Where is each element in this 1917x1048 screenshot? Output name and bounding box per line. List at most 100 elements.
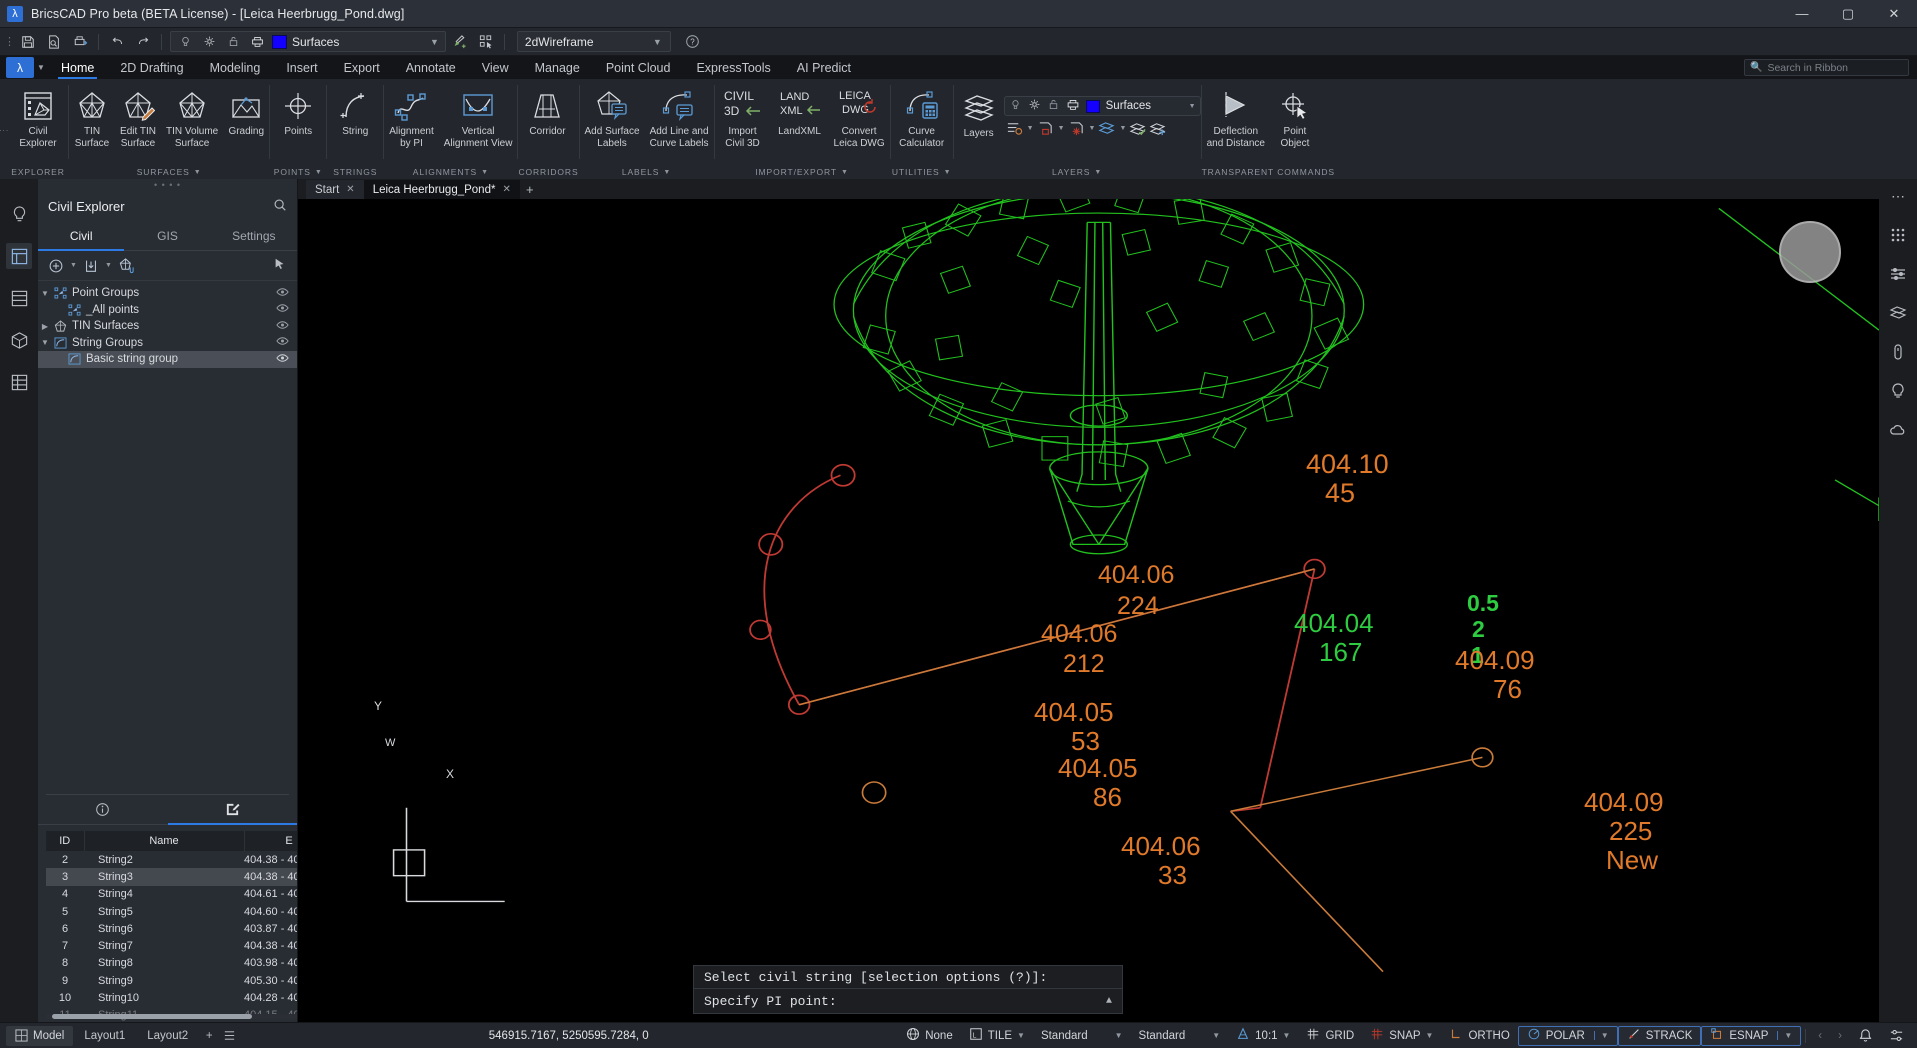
table-row[interactable]: 10 String10 404.28 - 404.	[46, 989, 297, 1006]
deflection-distance-button[interactable]: Deflection and Distance	[1202, 85, 1270, 149]
chevron-down-icon[interactable]: ▼	[481, 169, 489, 176]
layout-list-icon[interactable]	[219, 1029, 239, 1042]
close-icon[interactable]: ✕	[502, 184, 510, 195]
layer-freeze-tool-icon[interactable]	[1068, 120, 1085, 137]
text-style-status[interactable]: Standard ▼	[1033, 1026, 1131, 1046]
view-compass[interactable]	[1779, 221, 1841, 283]
chevron-down-icon[interactable]: ▼	[1094, 169, 1102, 176]
chevron-down-icon[interactable]: ▼	[1212, 1031, 1220, 1040]
chevron-down-icon[interactable]: ▼	[70, 262, 77, 269]
nav-next-button[interactable]: ›	[1830, 1026, 1850, 1046]
print-preview-icon[interactable]	[42, 31, 66, 53]
annotation-scale-status[interactable]: 10:1 ▼	[1228, 1026, 1298, 1046]
corridor-button[interactable]: Corridor	[518, 85, 576, 138]
layer-color-swatch[interactable]	[272, 34, 287, 49]
chevron-down-icon[interactable]: ▼	[1017, 1031, 1025, 1040]
attach-icon[interactable]	[118, 257, 135, 274]
bell-icon[interactable]	[1850, 1026, 1881, 1046]
ribbon-app-caret-icon[interactable]: ▼	[34, 56, 48, 79]
chevron-down-icon[interactable]: ▼	[1119, 125, 1126, 132]
detail-tab-edit-table[interactable]	[167, 795, 298, 825]
table-row[interactable]: 2 String2 404.38 - 404.	[46, 851, 297, 868]
sliders-icon[interactable]	[1885, 261, 1911, 287]
ribbon-tab-point-cloud[interactable]: Point Cloud	[593, 56, 684, 79]
grading-button[interactable]: Grading	[223, 85, 269, 138]
expander-icon[interactable]: ▼	[38, 289, 52, 298]
layer-plot-icon[interactable]	[1066, 98, 1080, 114]
ribbon-layer-color-swatch[interactable]	[1085, 99, 1100, 113]
table-row[interactable]: 8 String8 403.98 - 404.	[46, 955, 297, 972]
visual-style-control[interactable]: 2dWireframe ▼	[516, 31, 671, 52]
layer-freeze-icon[interactable]	[1028, 98, 1041, 114]
convert-leica-dwg-button[interactable]: LEICA DWG Convert Leica DWG	[829, 85, 890, 149]
ribbon-tab-view[interactable]: View	[469, 56, 522, 79]
visibility-eye-icon[interactable]	[276, 287, 289, 300]
expander-icon[interactable]: ▼	[38, 338, 52, 347]
ribbon-tab-manage[interactable]: Manage	[522, 56, 593, 79]
panel-tab-settings[interactable]: Settings	[211, 221, 297, 250]
layer-new-icon[interactable]	[1149, 120, 1166, 137]
ribbon-tab-modeling[interactable]: Modeling	[197, 56, 274, 79]
edit-tin-surface-button[interactable]: Edit TIN Surface	[115, 85, 161, 149]
table-row[interactable]: 6 String6 403.87 - 404.	[46, 920, 297, 937]
chevron-down-icon[interactable]: ▼	[105, 262, 112, 269]
column-header-id[interactable]: ID	[46, 831, 85, 851]
string-button[interactable]: String	[327, 85, 383, 138]
ribbon-search-input[interactable]: 🔍 Search in Ribbon	[1744, 59, 1909, 76]
layout-tab-model[interactable]: Model	[6, 1025, 74, 1046]
tile-mode-status[interactable]: L TILE ▼	[961, 1026, 1033, 1046]
chevron-down-icon[interactable]: ▼	[315, 169, 323, 176]
chevron-down-icon[interactable]: ▼	[841, 169, 849, 176]
layers-stack-icon[interactable]	[6, 243, 32, 269]
panel-grip[interactable]: • • • •	[38, 179, 297, 191]
match-properties-icon[interactable]	[448, 31, 472, 53]
add-icon[interactable]	[48, 258, 64, 274]
ribbon-layer-state-control[interactable]: Surfaces ▼	[1003, 96, 1201, 116]
grid-scrollbar-thumb[interactable]	[52, 1014, 252, 1019]
grid-toggle[interactable]: GRID	[1298, 1026, 1362, 1046]
close-icon[interactable]: ✕	[346, 184, 354, 195]
ribbon-tab-insert[interactable]: Insert	[273, 56, 330, 79]
add-surface-labels-button[interactable]: Add Surface Labels	[580, 85, 645, 149]
chevron-down-icon[interactable]: ▼	[1426, 1031, 1434, 1040]
civil-explorer-button[interactable]: Civil Explorer	[8, 85, 68, 149]
new-tab-button[interactable]: +	[520, 180, 540, 199]
ribbon-tab-annotate[interactable]: Annotate	[393, 56, 469, 79]
column-header-name[interactable]: Name	[84, 831, 245, 851]
layers-edit-icon[interactable]	[1885, 300, 1911, 326]
roll-icon[interactable]	[1885, 339, 1911, 365]
chevron-down-icon[interactable]: ▼	[1189, 103, 1196, 110]
layer-merge-icon[interactable]	[1098, 120, 1115, 137]
panel-tab-civil[interactable]: Civil	[38, 221, 125, 251]
table-icon[interactable]	[6, 369, 32, 395]
layer-lightbulb-icon[interactable]	[173, 31, 197, 53]
tin-volume-surface-button[interactable]: TIN Volume Surface	[161, 85, 223, 149]
tree-item-point-groups[interactable]: ▼ Point Groups	[38, 285, 297, 302]
layer-control[interactable]: Surfaces ▼	[170, 31, 446, 52]
polar-toggle[interactable]: POLAR ▼	[1517, 1025, 1618, 1046]
chevron-down-icon[interactable]: ▼	[1115, 1031, 1123, 1040]
add-layout-button[interactable]: +	[199, 1030, 219, 1042]
table-row[interactable]: 5 String5 404.60 - 404.	[46, 903, 297, 920]
layer-lock-icon[interactable]	[1047, 98, 1060, 114]
detail-tab-info[interactable]	[38, 795, 168, 824]
layer-unlock-icon[interactable]	[1037, 120, 1054, 137]
layer-states-icon[interactable]	[1006, 120, 1023, 137]
minimize-button[interactable]: —	[1779, 0, 1825, 28]
doc-tab-start[interactable]: Start ✕	[306, 180, 364, 199]
visibility-eye-icon[interactable]	[276, 353, 289, 366]
coordinate-system-status[interactable]: None	[898, 1026, 961, 1046]
column-header-elevation[interactable]: E	[244, 831, 297, 851]
command-expand-icon[interactable]: ▲	[1106, 996, 1112, 1007]
ribbon-tab-expresstools[interactable]: ExpressTools	[683, 56, 783, 79]
layout-tab-layout1[interactable]: Layout1	[73, 1030, 136, 1042]
command-input[interactable]: Specify PI point: ▲	[693, 989, 1123, 1014]
landxml-button[interactable]: LAND XML LandXML	[771, 85, 829, 138]
layer-freeze-icon[interactable]	[197, 31, 221, 53]
save-icon[interactable]	[16, 31, 40, 53]
chevron-down-icon[interactable]: ▼	[1283, 1031, 1291, 1040]
visibility-eye-icon[interactable]	[276, 320, 289, 333]
nav-prev-button[interactable]: ‹	[1810, 1026, 1830, 1046]
structure-icon[interactable]	[6, 285, 32, 311]
ribbon-tab-ai-predict[interactable]: AI Predict	[784, 56, 864, 79]
